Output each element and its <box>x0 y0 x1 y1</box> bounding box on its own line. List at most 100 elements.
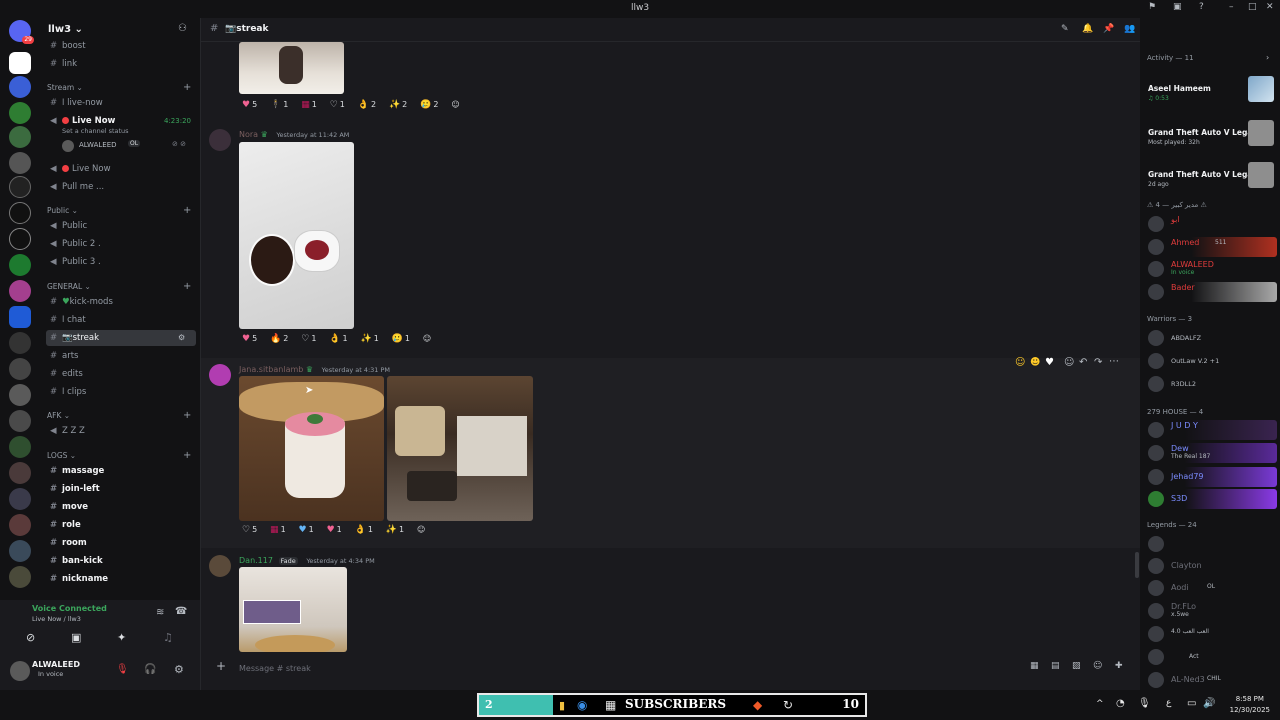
reaction[interactable]: 🕴 1 <box>267 100 291 114</box>
activity-card[interactable]: Grand Theft Auto V Legacy 2d ago <box>1145 158 1277 192</box>
server-icon[interactable] <box>9 254 31 276</box>
server-icon[interactable] <box>9 126 31 148</box>
member-item[interactable]: J U D Y <box>1145 420 1277 440</box>
member-item[interactable]: Aodi OL <box>1145 578 1277 598</box>
category-public[interactable]: Public ⌄ + <box>47 205 191 216</box>
reaction[interactable]: ♡ 1 <box>327 100 348 114</box>
scrollbar-thumb[interactable] <box>1135 552 1139 578</box>
server-icon[interactable] <box>9 384 31 406</box>
server-icon[interactable] <box>9 228 31 250</box>
noise-suppression-icon[interactable]: ≋ <box>156 607 164 618</box>
category-afk[interactable]: AFK ⌄ + <box>47 410 191 421</box>
voice-channel-public[interactable]: ◀ Public <box>46 218 196 234</box>
channel-live-now-text[interactable]: # ا live-now <box>46 95 196 111</box>
channel-link[interactable]: # link <box>46 56 196 72</box>
add-friend-icon[interactable]: ⚇ <box>178 23 187 34</box>
reaction[interactable]: ♥ 1 <box>296 525 317 539</box>
voice-channel-public-3[interactable]: ◀ Public 3 . <box>46 254 196 270</box>
reaction[interactable]: ♥ 1 <box>324 525 345 539</box>
channel-join-left[interactable]: # join-left <box>46 481 196 497</box>
reaction[interactable]: ♥ 5 <box>239 334 260 348</box>
chevron-right-icon[interactable]: › <box>1266 53 1269 62</box>
threads-icon[interactable]: ✎ <box>1061 24 1069 34</box>
member-item[interactable]: ابو <box>1145 214 1277 234</box>
forward-icon[interactable]: ↷ <box>1094 357 1102 368</box>
help-icon[interactable]: ? <box>1199 2 1204 12</box>
apps-icon[interactable]: ✚ <box>1115 661 1123 671</box>
quick-reaction-heart-icon[interactable]: ♥ <box>1045 357 1054 368</box>
channel-arts[interactable]: # arts <box>46 348 196 364</box>
channel-status[interactable]: Set a channel status <box>62 127 129 135</box>
mic-muted-icon[interactable]: 🎙 <box>116 664 129 675</box>
add-reaction-icon[interactable]: ☺ <box>1064 357 1074 368</box>
reply-icon[interactable]: ↶ <box>1079 357 1087 368</box>
mic-tray-icon[interactable]: 🎙 <box>1138 698 1151 709</box>
channel-role[interactable]: # role <box>46 517 196 533</box>
reaction[interactable]: ♡ 5 <box>239 525 260 539</box>
maximize-icon[interactable]: □ <box>1248 2 1257 12</box>
reaction[interactable]: ▦ 1 <box>298 100 320 114</box>
brave-icon[interactable]: ◆ <box>753 698 762 712</box>
volume-tray-icon[interactable]: 🔊 <box>1203 698 1215 709</box>
member-list-icon[interactable]: 👥 <box>1124 24 1135 34</box>
author-name[interactable]: Jana.sitbanlamb <box>239 365 303 374</box>
add-reaction-icon[interactable]: ☺ <box>414 525 428 539</box>
server-icon[interactable] <box>9 514 31 536</box>
disconnect-icon[interactable]: ☎ <box>175 606 187 617</box>
reaction[interactable]: 👌 2 <box>355 100 379 114</box>
reaction[interactable]: ✨ 1 <box>357 334 381 348</box>
quick-reaction-icon[interactable]: ☻ <box>1030 357 1040 368</box>
message-image[interactable] <box>239 42 344 94</box>
pinned-icon[interactable]: 📌 <box>1103 24 1114 34</box>
calculator-icon[interactable]: ▦ <box>605 698 616 712</box>
server-icon[interactable] <box>9 76 31 98</box>
message-image[interactable] <box>239 142 354 329</box>
screen-icon[interactable]: ▣ <box>1173 2 1182 12</box>
quick-reaction-icon[interactable]: ☺ <box>1015 357 1025 368</box>
channel-nickname[interactable]: # nickname <box>46 571 196 587</box>
server-icon[interactable] <box>9 566 31 588</box>
member-item[interactable]: OutLaw V.2 +1 <box>1145 351 1277 371</box>
channel-clips[interactable]: # ا clips <box>46 384 196 400</box>
member-item[interactable]: Ahmed 511 <box>1145 237 1277 257</box>
minimize-icon[interactable]: – <box>1229 2 1234 12</box>
server-icon[interactable] <box>9 410 31 432</box>
reaction[interactable]: 🔥 2 <box>267 334 291 348</box>
voice-user[interactable]: ALWALEED OL ⊘ ⊘ <box>62 140 192 154</box>
avatar[interactable] <box>209 364 231 386</box>
author-name[interactable]: Dan.117 <box>239 556 273 565</box>
reaction[interactable]: 🥲 2 <box>417 100 441 114</box>
voice-channel-public-2[interactable]: ◀ Public 2 . <box>46 236 196 252</box>
voice-channel-afk[interactable]: ◀ Z Z Z <box>46 423 196 439</box>
reaction[interactable]: 🥲 1 <box>389 334 413 348</box>
server-icon[interactable] <box>9 280 31 302</box>
reaction[interactable]: ♡ 1 <box>298 334 319 348</box>
message-image[interactable] <box>387 376 533 521</box>
gift-icon[interactable]: ▦ <box>1030 661 1039 671</box>
channel-massage[interactable]: # massage <box>46 463 196 479</box>
member-item[interactable]: Jehad79 <box>1145 467 1277 487</box>
member-item[interactable]: Dew The Real 187 <box>1145 443 1277 463</box>
gif-icon[interactable]: ▤ <box>1051 661 1060 671</box>
add-reaction-icon[interactable]: ☺ <box>420 334 434 348</box>
display-tray-icon[interactable]: ▭ <box>1187 698 1196 709</box>
message-input[interactable] <box>239 661 939 675</box>
server-icon[interactable] <box>9 540 31 562</box>
member-item[interactable]: AL-Ned3 CHIL <box>1145 670 1277 690</box>
member-item[interactable]: Clayton <box>1145 556 1277 576</box>
voice-channel-pull-me[interactable]: ◀ Pull me ... <box>46 179 196 195</box>
app-icon[interactable]: ↻ <box>783 698 793 712</box>
channel-streak[interactable]: # 📷streak ⚙ <box>46 330 196 346</box>
server-icon[interactable] <box>9 102 31 124</box>
voice-location[interactable]: Live Now / llw3 <box>32 615 81 623</box>
deafen-icon[interactable]: 🎧 <box>144 664 156 675</box>
member-item[interactable] <box>1145 534 1277 554</box>
add-reaction-icon[interactable]: ☺ <box>448 100 462 114</box>
settings-icon[interactable]: ⚙ <box>178 330 185 346</box>
message-image[interactable] <box>239 376 384 521</box>
edge-icon[interactable]: ◉ <box>577 698 587 712</box>
folder-icon[interactable]: ▮ <box>559 699 565 712</box>
category-general[interactable]: GENERAL ⌄ + <box>47 281 191 292</box>
attach-plus-icon[interactable]: + <box>216 659 226 673</box>
channel-room[interactable]: # room <box>46 535 196 551</box>
